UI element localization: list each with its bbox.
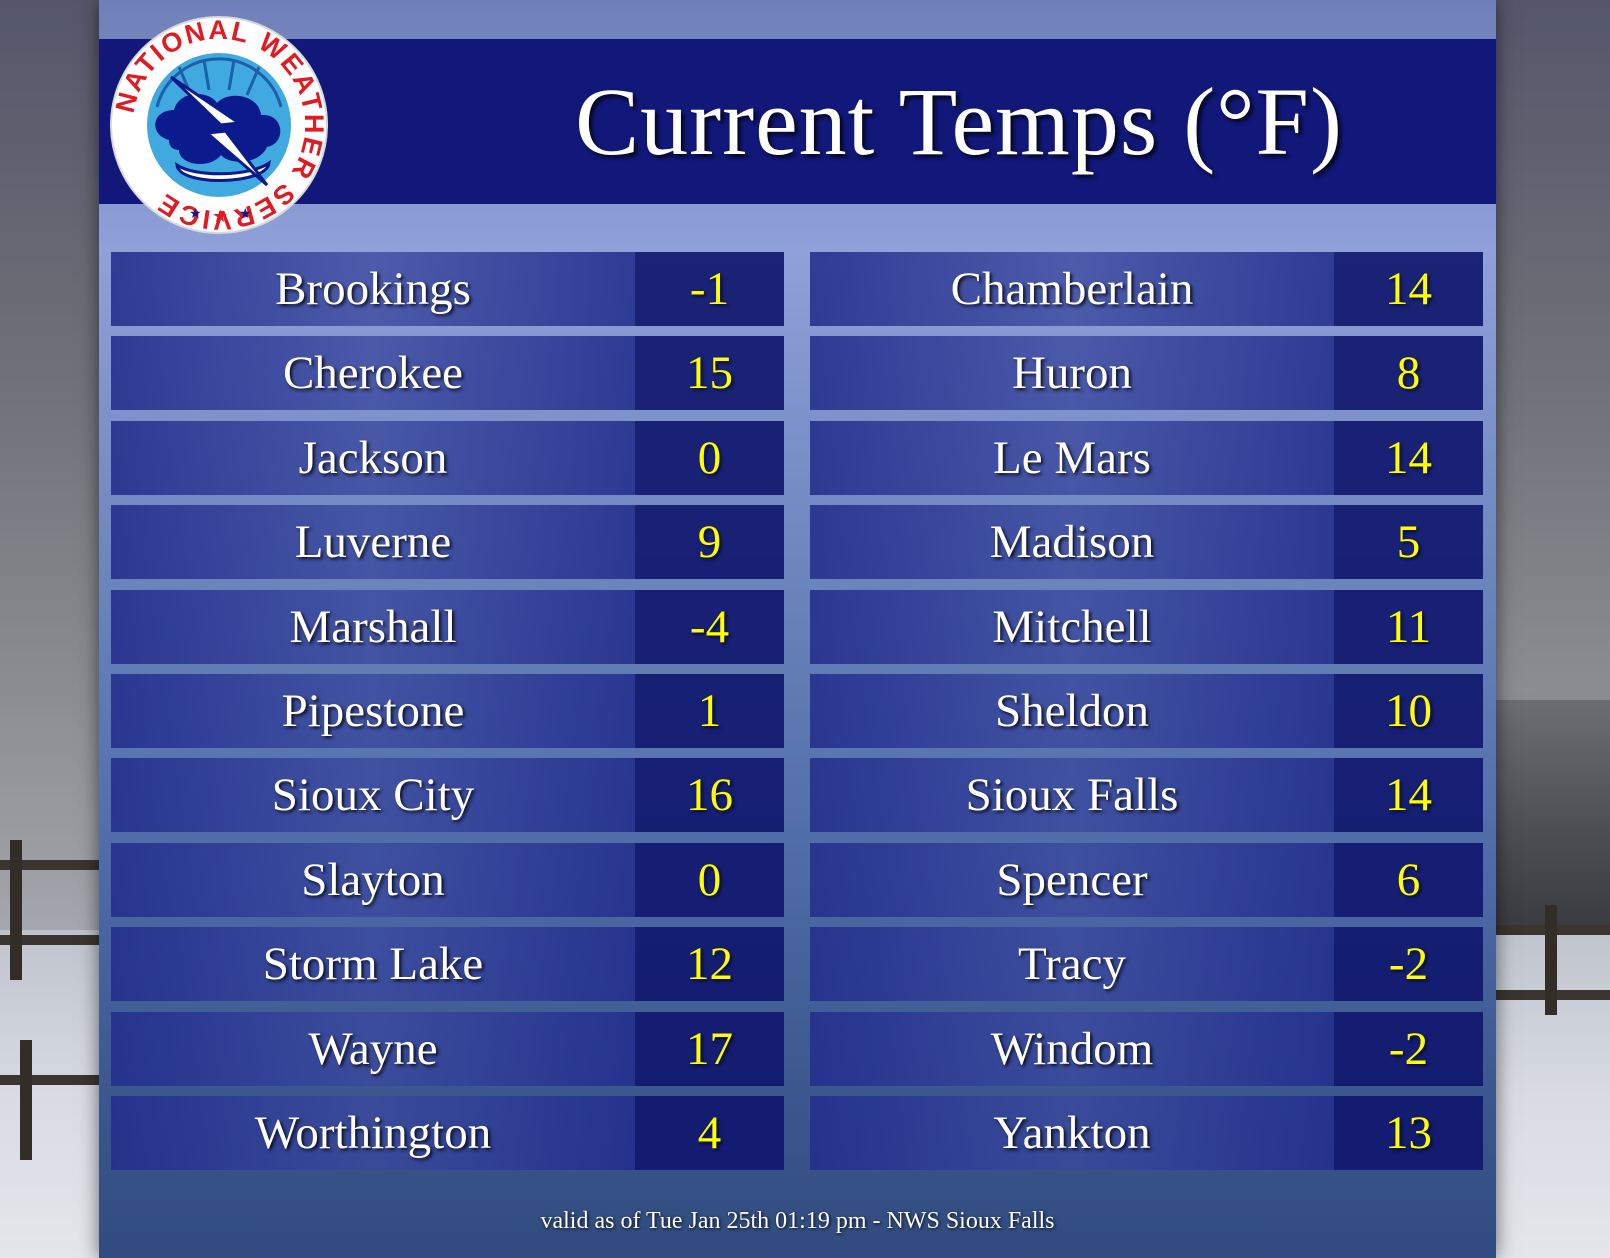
city-name: Marshall	[111, 590, 635, 664]
city-name: Yankton	[810, 1096, 1334, 1170]
nws-logo-icon: NATIONAL WEATHER SERVICE ★ ★ ★	[109, 15, 329, 235]
temperature-value: 16	[635, 758, 784, 832]
city-name: Wayne	[111, 1012, 635, 1086]
temperature-value: 15	[635, 336, 784, 410]
temperature-value: 14	[1334, 758, 1483, 832]
table-row: Luverne 9	[111, 505, 784, 579]
temperature-value: 12	[635, 927, 784, 1001]
temperature-value: 5	[1334, 505, 1483, 579]
temperature-value: 10	[1334, 674, 1483, 748]
svg-text:★: ★	[239, 206, 252, 222]
temperature-value: 14	[1334, 252, 1483, 326]
temperature-value: 0	[635, 843, 784, 917]
city-name: Brookings	[111, 252, 635, 326]
background-fence-rail	[0, 1075, 110, 1085]
city-name: Cherokee	[111, 336, 635, 410]
city-name: Huron	[810, 336, 1334, 410]
background-fence-post	[20, 1040, 32, 1160]
temperature-grid: Brookings -1 Cherokee 15 Jackson 0 Luverne 9 Mar…	[111, 252, 1484, 1190]
table-row: Worthington 4	[111, 1096, 784, 1170]
left-column: Brookings -1 Cherokee 15 Jackson 0 Luverne 9 Mar…	[111, 252, 784, 1190]
table-row: Sheldon 10	[810, 674, 1483, 748]
city-name: Sioux Falls	[810, 758, 1334, 832]
temperature-value: 13	[1334, 1096, 1483, 1170]
temperature-value: 4	[635, 1096, 784, 1170]
background-barn	[1488, 700, 1610, 930]
table-row: Sioux City 16	[111, 758, 784, 832]
city-name: Tracy	[810, 927, 1334, 1001]
svg-text:★: ★	[212, 206, 228, 227]
table-row: Spencer 6	[810, 843, 1483, 917]
city-name: Sheldon	[810, 674, 1334, 748]
city-name: Sioux City	[111, 758, 635, 832]
background-fence-post	[1545, 905, 1557, 1015]
table-row: Tracy -2	[810, 927, 1483, 1001]
temperature-value: 0	[635, 421, 784, 495]
table-row: Marshall -4	[111, 590, 784, 664]
city-name: Luverne	[111, 505, 635, 579]
city-name: Storm Lake	[111, 927, 635, 1001]
table-row: Le Mars 14	[810, 421, 1483, 495]
table-row: Sioux Falls 14	[810, 758, 1483, 832]
page-title: Current Temps (°F)	[575, 68, 1343, 175]
valid-time-footer: valid as of Tue Jan 25th 01:19 pm - NWS …	[540, 1208, 1055, 1234]
temperature-value: 11	[1334, 590, 1483, 664]
city-name: Jackson	[111, 421, 635, 495]
city-name: Windom	[810, 1012, 1334, 1086]
city-name: Pipestone	[111, 674, 635, 748]
temperature-card: NATIONAL WEATHER SERVICE ★ ★ ★ Current T…	[99, 0, 1496, 1258]
table-row: Jackson 0	[111, 421, 784, 495]
temperature-value: 17	[635, 1012, 784, 1086]
right-column: Chamberlain 14 Huron 8 Le Mars 14 Madison 5 Mitc…	[810, 252, 1483, 1190]
table-row: Windom -2	[810, 1012, 1483, 1086]
background-fence-post	[10, 840, 22, 980]
svg-text:★: ★	[189, 206, 202, 222]
temperature-value: -1	[635, 252, 784, 326]
table-row: Yankton 13	[810, 1096, 1483, 1170]
table-row: Slayton 0	[111, 843, 784, 917]
table-row: Cherokee 15	[111, 336, 784, 410]
temperature-value: 8	[1334, 336, 1483, 410]
city-name: Spencer	[810, 843, 1334, 917]
temperature-value: 14	[1334, 421, 1483, 495]
table-row: Madison 5	[810, 505, 1483, 579]
temperature-value: 1	[635, 674, 784, 748]
table-row: Mitchell 11	[810, 590, 1483, 664]
city-name: Slayton	[111, 843, 635, 917]
city-name: Worthington	[111, 1096, 635, 1170]
table-row: Huron 8	[810, 336, 1483, 410]
temperature-value: -2	[1334, 1012, 1483, 1086]
table-row: Chamberlain 14	[810, 252, 1483, 326]
table-row: Brookings -1	[111, 252, 784, 326]
temperature-value: 9	[635, 505, 784, 579]
table-row: Pipestone 1	[111, 674, 784, 748]
temperature-value: 6	[1334, 843, 1483, 917]
city-name: Mitchell	[810, 590, 1334, 664]
temperature-value: -2	[1334, 927, 1483, 1001]
city-name: Chamberlain	[810, 252, 1334, 326]
table-row: Storm Lake 12	[111, 927, 784, 1001]
table-row: Wayne 17	[111, 1012, 784, 1086]
city-name: Le Mars	[810, 421, 1334, 495]
temperature-value: -4	[635, 590, 784, 664]
city-name: Madison	[810, 505, 1334, 579]
